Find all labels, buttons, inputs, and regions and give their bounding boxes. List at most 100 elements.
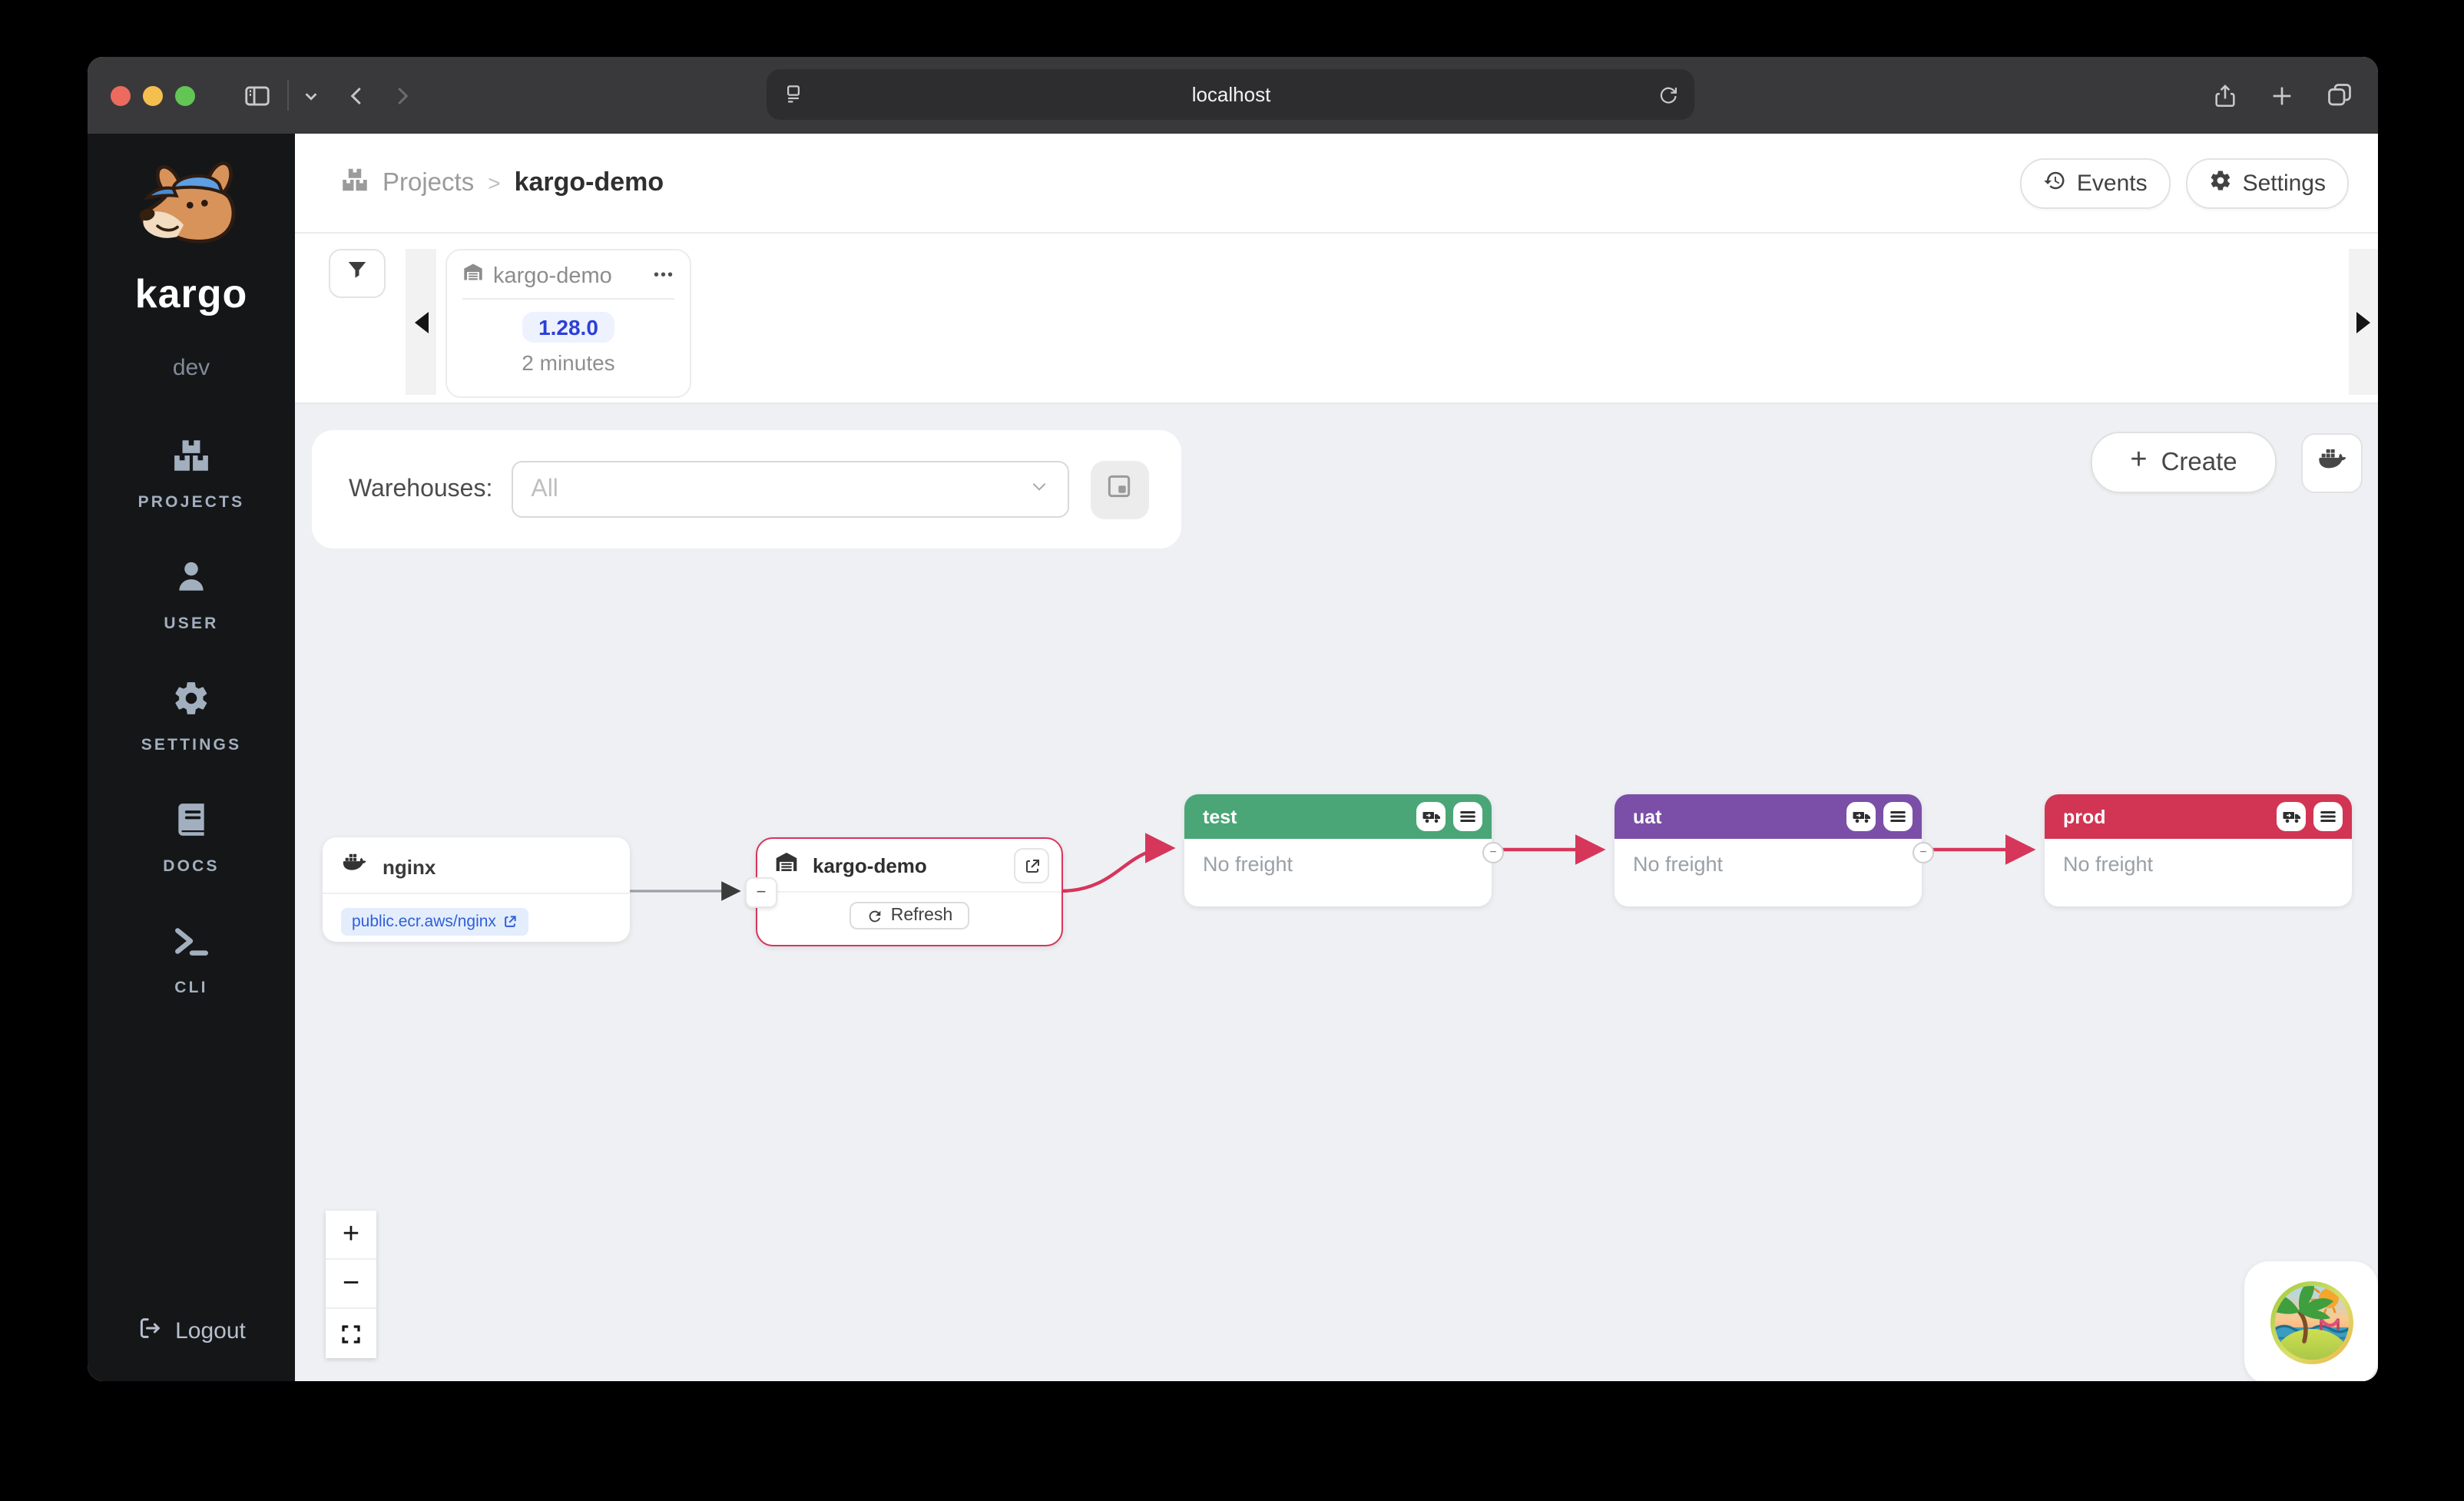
stage-freight-status: No freight xyxy=(1184,839,1492,890)
gear-icon xyxy=(2209,168,2232,197)
repo-link[interactable]: public.ecr.aws/nginx xyxy=(341,908,528,936)
divider xyxy=(462,298,674,300)
titlebar-right-actions xyxy=(2212,57,2353,134)
sidebar-item-docs[interactable]: DOCS xyxy=(163,800,220,876)
pipeline-canvas: Warehouses: All xyxy=(295,404,2378,1381)
stage-menu-button[interactable] xyxy=(1883,802,1913,831)
gear-icon xyxy=(172,679,210,725)
new-tab-icon[interactable] xyxy=(2269,82,2295,108)
timeline-scroll-right[interactable] xyxy=(2349,249,2378,395)
stage-node-uat[interactable]: uat No freight xyxy=(1615,794,1922,906)
caret-left-icon xyxy=(414,311,428,333)
refresh-label: Refresh xyxy=(891,906,953,925)
caret-right-icon xyxy=(2356,311,2370,333)
refresh-button[interactable]: Refresh xyxy=(849,902,970,929)
book-icon xyxy=(172,800,210,847)
funnel-icon xyxy=(346,258,369,289)
events-label: Events xyxy=(2077,170,2148,196)
freight-menu-button[interactable]: ••• xyxy=(654,267,674,284)
island-badge[interactable] xyxy=(2244,1261,2378,1381)
sidebar-item-label: PROJECTS xyxy=(138,493,245,512)
close-window-button[interactable] xyxy=(111,85,131,105)
freight-item-card[interactable]: kargo-demo ••• 1.28.0 2 minutes xyxy=(445,249,691,398)
page-settings-icon[interactable] xyxy=(782,83,805,106)
promote-freight-button[interactable] xyxy=(2277,802,2306,831)
warehouse-node[interactable]: kargo-demo Refresh xyxy=(756,837,1063,946)
create-label: Create xyxy=(2161,448,2237,477)
sidebar-item-label: SETTINGS xyxy=(141,736,242,754)
breadcrumb-projects-link[interactable]: Projects xyxy=(383,168,474,197)
minimize-window-button[interactable] xyxy=(143,85,163,105)
browser-titlebar: localhost xyxy=(88,57,2378,134)
images-toggle-button[interactable] xyxy=(2301,433,2363,493)
freight-age: 2 minutes xyxy=(522,350,614,375)
user-icon xyxy=(172,558,210,604)
freight-warehouse-name: kargo-demo xyxy=(493,263,612,288)
sidebar-item-cli[interactable]: CLI xyxy=(172,922,210,997)
promote-freight-button[interactable] xyxy=(1416,802,1446,831)
external-link-icon xyxy=(1022,857,1041,875)
warehouse-icon xyxy=(462,261,484,290)
warehouses-select[interactable]: All xyxy=(511,461,1068,518)
external-link-icon xyxy=(502,914,518,929)
warehouse-collapse-handle[interactable]: − xyxy=(745,877,777,908)
stage-image-view-button[interactable] xyxy=(1090,460,1148,519)
create-button[interactable]: + Create xyxy=(2091,432,2277,493)
traffic-lights xyxy=(88,85,195,105)
freight-tag[interactable]: 1.28.0 xyxy=(522,312,615,343)
chevron-down-icon xyxy=(1028,475,1048,503)
breadcrumb-current: kargo-demo xyxy=(515,167,664,198)
forward-button[interactable] xyxy=(390,84,413,107)
stage-name: uat xyxy=(1633,806,1662,827)
fit-view-button[interactable] xyxy=(326,1309,376,1358)
page-header: Projects > kargo-demo Events xyxy=(295,134,2378,234)
stage-collapse-handle[interactable]: − xyxy=(1913,842,1934,863)
stage-menu-button[interactable] xyxy=(1453,802,1482,831)
breadcrumb-separator: > xyxy=(488,171,500,195)
events-button[interactable]: Events xyxy=(2020,157,2171,208)
menu-icon xyxy=(1889,808,1906,825)
project-settings-button[interactable]: Settings xyxy=(2186,157,2349,208)
warehouses-select-value: All xyxy=(531,475,1028,503)
stage-name: prod xyxy=(2063,806,2106,827)
zoom-out-button[interactable]: − xyxy=(326,1260,376,1309)
repo-node-nginx[interactable]: nginx public.ecr.aws/nginx xyxy=(323,837,630,942)
reload-icon[interactable] xyxy=(1658,84,1679,105)
logout-icon xyxy=(137,1315,163,1347)
sidebar-item-label: USER xyxy=(164,615,218,633)
docker-icon xyxy=(341,850,367,883)
warehouses-filter-panel: Warehouses: All xyxy=(312,430,1181,548)
brand-wordmark: kargo xyxy=(135,270,248,318)
sidebar-toggle-icon[interactable] xyxy=(243,81,272,110)
freight-filter-button[interactable] xyxy=(329,249,386,298)
stage-menu-button[interactable] xyxy=(2313,802,2343,831)
sidebar-item-user[interactable]: USER xyxy=(164,558,218,633)
tab-overview-icon[interactable] xyxy=(2326,81,2353,109)
repo-url: public.ecr.aws/nginx xyxy=(352,913,496,931)
zoom-window-button[interactable] xyxy=(175,85,195,105)
url-text: localhost xyxy=(805,83,1658,106)
zoom-in-button[interactable]: + xyxy=(326,1211,376,1260)
promote-freight-button[interactable] xyxy=(1846,802,1876,831)
sidebar-item-projects[interactable]: PROJECTS xyxy=(138,436,245,512)
warehouse-open-button[interactable] xyxy=(1014,848,1049,883)
settings-label: Settings xyxy=(2243,170,2326,196)
terminal-icon xyxy=(172,922,210,968)
stage-freight-status: No freight xyxy=(1615,839,1922,890)
sidebar-item-settings[interactable]: SETTINGS xyxy=(141,679,242,754)
freight-timeline: kargo-demo ••• 1.28.0 2 minutes xyxy=(295,234,2378,404)
logout-label: Logout xyxy=(175,1318,246,1344)
logout-button[interactable]: Logout xyxy=(137,1315,246,1347)
back-button[interactable] xyxy=(346,84,369,107)
sidebar: kargo dev PROJECTS USER xyxy=(88,134,295,1381)
stage-node-prod[interactable]: prod No freight xyxy=(2045,794,2352,906)
warehouses-label: Warehouses: xyxy=(349,475,492,503)
stage-node-test[interactable]: test No freight xyxy=(1184,794,1492,906)
stage-collapse-handle[interactable]: − xyxy=(1482,842,1504,863)
sidebar-item-label: DOCS xyxy=(163,857,220,876)
timeline-scroll-left[interactable] xyxy=(406,249,436,395)
address-bar[interactable]: localhost xyxy=(767,69,1694,120)
tab-group-chevron-icon[interactable] xyxy=(303,87,320,104)
share-icon[interactable] xyxy=(2212,82,2238,108)
screen: localhost xyxy=(0,0,2464,1501)
